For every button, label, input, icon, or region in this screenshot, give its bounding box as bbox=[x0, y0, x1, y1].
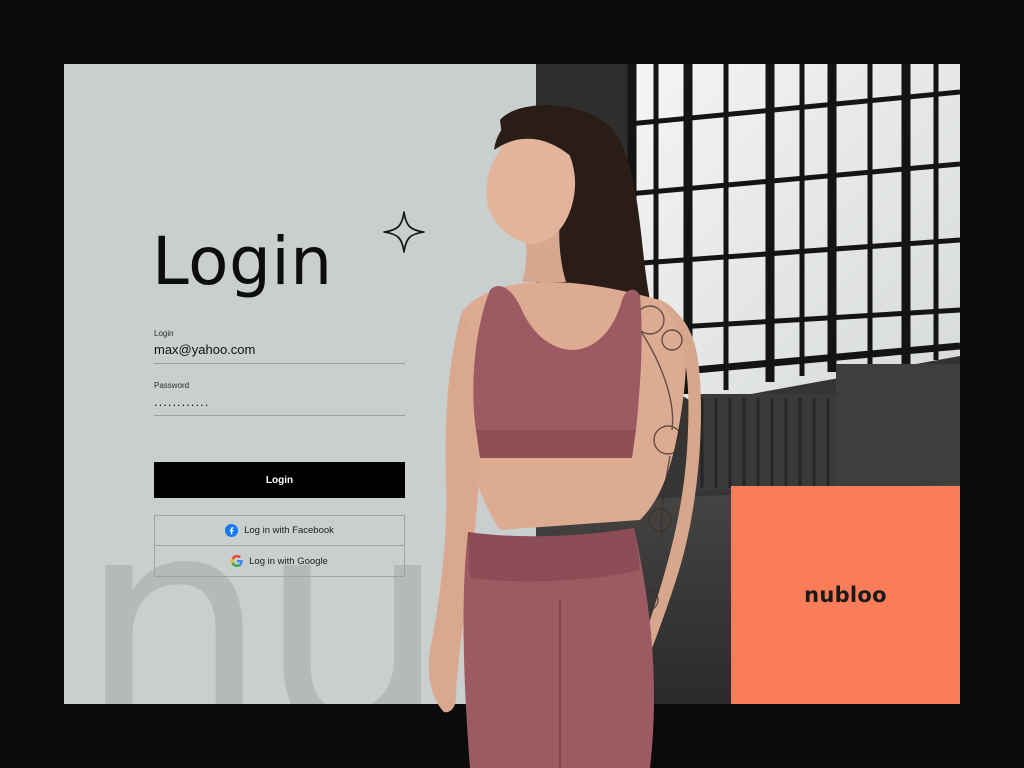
password-label: Password bbox=[154, 381, 190, 390]
brand-block: nubloo bbox=[731, 486, 960, 704]
email-field[interactable] bbox=[154, 342, 405, 364]
password-field[interactable] bbox=[154, 394, 405, 416]
google-login-button[interactable]: Log in with Google bbox=[154, 546, 405, 577]
google-icon bbox=[231, 555, 243, 567]
facebook-login-button[interactable]: Log in with Facebook bbox=[154, 515, 405, 546]
page-title: Login bbox=[152, 223, 333, 300]
login-panel: nu Login Login Password Login Log in wit… bbox=[64, 64, 536, 704]
google-login-label: Log in with Google bbox=[249, 555, 328, 567]
login-button[interactable]: Login bbox=[154, 462, 405, 498]
facebook-icon bbox=[225, 524, 239, 537]
sparkle-icon bbox=[383, 211, 425, 253]
email-field-group: Login bbox=[154, 329, 405, 364]
facebook-login-label: Log in with Facebook bbox=[244, 525, 334, 536]
email-label: Login bbox=[154, 329, 174, 338]
brand-logo: nubloo bbox=[804, 583, 887, 607]
password-field-group: Password bbox=[154, 381, 405, 416]
brand-watermark: nu bbox=[78, 451, 448, 705]
